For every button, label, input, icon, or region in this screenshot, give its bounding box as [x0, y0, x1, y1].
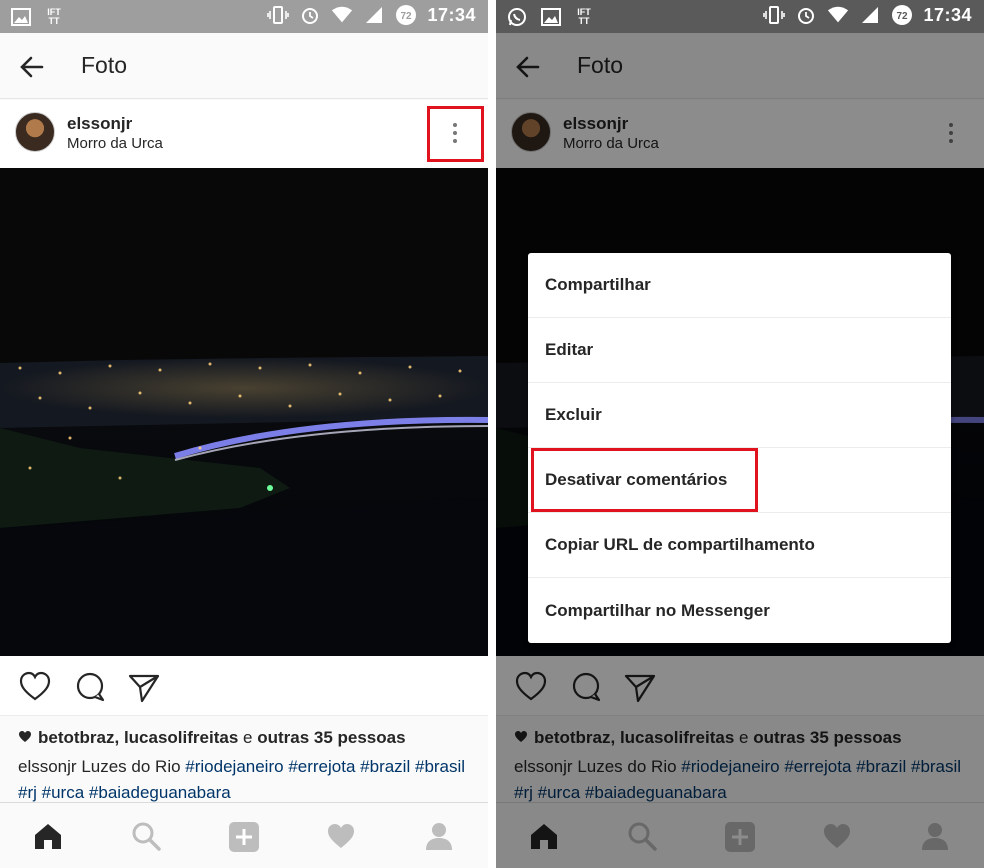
highlight-box: [427, 106, 484, 162]
likes-others[interactable]: outras 35 pessoas: [257, 728, 405, 747]
svg-text:72: 72: [897, 11, 909, 22]
caption-author[interactable]: elssonjr: [18, 757, 77, 776]
screen-left: IFT TT 72 17:34 Foto elssonjr Morro da U…: [0, 0, 488, 868]
alarm-icon: [795, 4, 817, 26]
ifttt-icon: IFT TT: [577, 7, 591, 26]
signal-icon: [363, 4, 385, 26]
likes-conjunction: e: [238, 728, 258, 747]
heart-small-icon: [18, 728, 32, 748]
wifi-icon: [331, 4, 353, 26]
menu-item-copy-share-url[interactable]: Copiar URL de compartilhamento: [528, 513, 951, 578]
back-arrow-icon[interactable]: [18, 53, 46, 81]
status-bar: IFT TT 72 17:34: [0, 0, 488, 33]
ifttt-icon: IFT TT: [47, 7, 61, 26]
post-location[interactable]: Morro da Urca: [67, 135, 163, 152]
share-icon[interactable]: [127, 670, 161, 704]
highlight-box: [531, 448, 758, 512]
gallery-icon: [10, 6, 32, 28]
screen-right: IFT TT 72 17:34 Foto elssonjr Morro da U…: [496, 0, 984, 868]
hashtag[interactable]: #errejota: [288, 757, 355, 776]
svg-text:72: 72: [401, 11, 413, 22]
menu-item-delete[interactable]: Excluir: [528, 383, 951, 448]
vibrate-icon: [267, 4, 290, 26]
heart-icon[interactable]: [18, 670, 52, 704]
post-username[interactable]: elssonjr: [67, 114, 132, 134]
hashtag[interactable]: #riodejaneiro: [185, 757, 283, 776]
hashtag[interactable]: #baiadeguanabara: [89, 783, 231, 802]
app-bar: Foto: [0, 33, 488, 99]
clock: 17:34: [427, 4, 476, 25]
battery-icon: 72: [395, 4, 417, 26]
avatar[interactable]: [15, 112, 55, 152]
home-icon[interactable]: [33, 821, 63, 851]
page-title: Foto: [81, 52, 128, 78]
likes-users[interactable]: betotbraz, lucasolifreitas: [38, 728, 238, 747]
profile-icon[interactable]: [424, 821, 454, 851]
battery-icon: 72: [891, 4, 913, 26]
gallery-icon: [540, 6, 562, 28]
comment-icon[interactable]: [73, 670, 107, 704]
bottom-nav: [0, 802, 488, 868]
hashtag[interactable]: #rj: [18, 783, 37, 802]
hashtag[interactable]: #urca: [42, 783, 85, 802]
caption: elssonjr Luzes do Rio #riodejaneiro #err…: [18, 754, 478, 806]
menu-item-share-messenger[interactable]: Compartilhar no Messenger: [528, 578, 951, 643]
menu-item-share[interactable]: Compartilhar: [528, 253, 951, 318]
alarm-icon: [299, 4, 321, 26]
add-post-icon[interactable]: [228, 821, 259, 852]
signal-icon: [859, 4, 881, 26]
search-icon[interactable]: [131, 821, 161, 851]
hashtag[interactable]: #brasil: [415, 757, 465, 776]
likes-line[interactable]: betotbraz, lucasolifreitas e outras 35 p…: [18, 728, 406, 748]
hashtag[interactable]: #brazil: [360, 757, 410, 776]
status-bar: IFT TT 72 17:34: [496, 0, 984, 33]
post-actions: [0, 656, 488, 716]
menu-item-edit[interactable]: Editar: [528, 318, 951, 383]
caption-text: Luzes do Rio: [76, 757, 186, 776]
wifi-icon: [827, 4, 849, 26]
clock: 17:34: [923, 4, 972, 25]
whatsapp-icon: [506, 6, 528, 28]
vibrate-icon: [763, 4, 786, 26]
post-photo[interactable]: [0, 168, 488, 656]
activity-heart-icon[interactable]: [326, 821, 356, 851]
post-header: elssonjr Morro da Urca: [0, 100, 488, 168]
